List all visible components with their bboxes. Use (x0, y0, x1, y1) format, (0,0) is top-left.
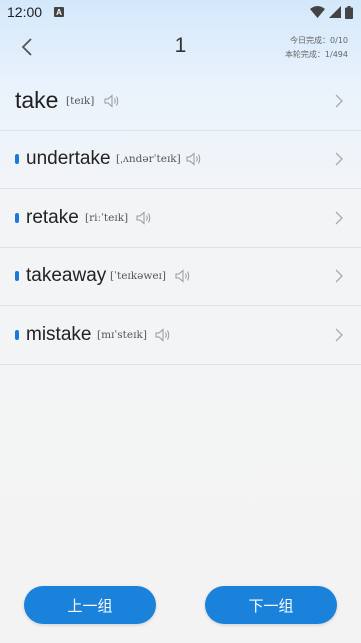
wifi-icon (310, 6, 325, 18)
word-text: take (15, 87, 59, 114)
speaker-icon[interactable] (136, 211, 152, 225)
phonetic-text: [riːˈteɪk] (85, 211, 129, 224)
bullet-marker (15, 329, 19, 340)
word-text: undertake (26, 148, 111, 170)
word-row-mistake[interactable]: mistake [mɪˈsteɪk] (0, 306, 361, 365)
prev-group-button[interactable]: 上一组 (24, 586, 156, 624)
word-text: takeaway (26, 265, 107, 287)
speaker-icon[interactable] (155, 328, 171, 342)
round-progress: 本轮完成：1/494 (284, 50, 348, 59)
progress-info: 今日完成：0/10 本轮完成：1/494 (285, 34, 348, 62)
header: 1 今日完成：0/10 本轮完成：1/494 (0, 24, 361, 74)
today-progress: 今日完成：0/10 (290, 36, 348, 45)
status-bar: 12:00 A (0, 0, 361, 24)
phonetic-text: [ˌʌndərˈteɪk] (116, 153, 181, 166)
status-time: 12:00 (7, 4, 43, 20)
bullet-marker (15, 154, 19, 165)
signal-icon (329, 6, 341, 18)
phonetic-text: [teɪk] (66, 94, 95, 107)
word-row-undertake[interactable]: undertake [ˌʌndərˈteɪk] (0, 131, 361, 189)
phonetic-text: [ˈteɪkəweɪ] (110, 270, 167, 283)
bullet-marker (15, 271, 19, 282)
chevron-right-icon (335, 269, 343, 283)
bullet-marker (15, 212, 19, 223)
battery-icon (345, 5, 353, 19)
chevron-right-icon (335, 211, 343, 225)
word-row-take[interactable]: take [teɪk] (0, 72, 361, 131)
speaker-icon[interactable] (175, 269, 191, 283)
speaker-icon[interactable] (186, 152, 202, 166)
chevron-right-icon (335, 152, 343, 166)
word-text: retake (26, 206, 79, 228)
word-text: mistake (26, 323, 92, 345)
speaker-icon[interactable] (104, 94, 120, 108)
word-row-retake[interactable]: retake [riːˈteɪk] (0, 189, 361, 248)
word-list: take [teɪk] undertake [ˌʌndərˈteɪk] reta… (0, 72, 361, 365)
chevron-right-icon (335, 94, 343, 108)
next-group-button[interactable]: 下一组 (205, 586, 337, 624)
word-row-takeaway[interactable]: takeaway [ˈteɪkəweɪ] (0, 248, 361, 306)
chevron-right-icon (335, 328, 343, 342)
phonetic-text: [mɪˈsteɪk] (97, 328, 147, 341)
notification-icon: A (54, 7, 65, 17)
